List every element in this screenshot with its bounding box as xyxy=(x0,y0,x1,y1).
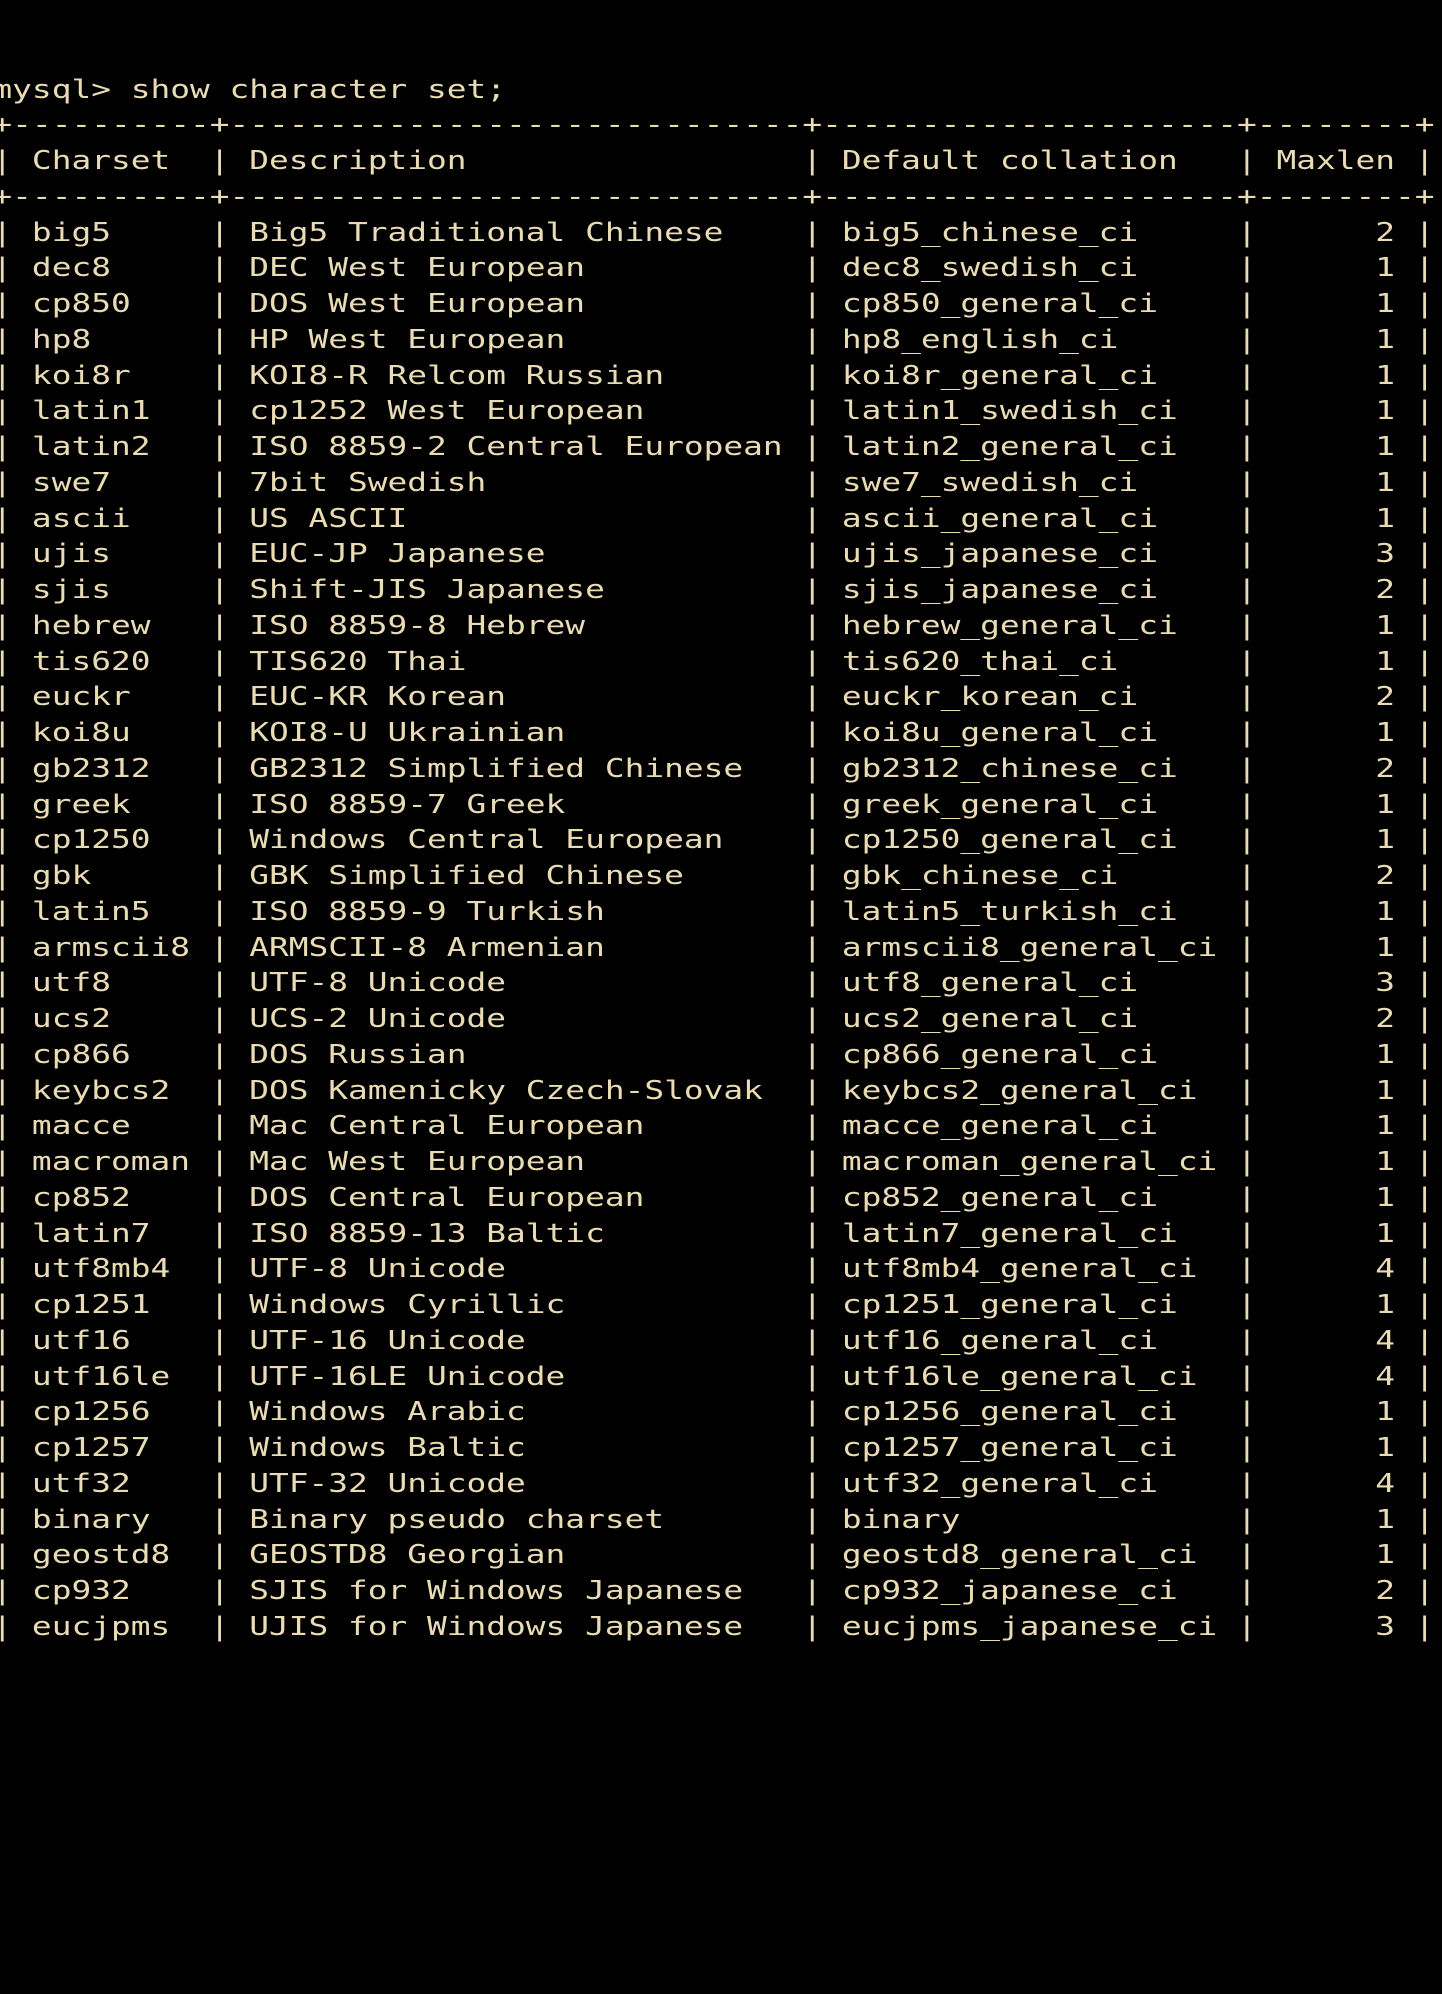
table-row: | ascii | US ASCII | ascii_general_ci | … xyxy=(0,503,1435,534)
table-row: | cp866 | DOS Russian | cp866_general_ci… xyxy=(0,1039,1435,1070)
table-row: | utf8 | UTF-8 Unicode | utf8_general_ci… xyxy=(0,968,1435,999)
table-row: | cp932 | SJIS for Windows Japanese | cp… xyxy=(0,1576,1435,1606)
table-row: | latin7 | ISO 8859-13 Baltic | latin7_g… xyxy=(0,1218,1435,1249)
table-separator: +----------+----------------------------… xyxy=(0,181,1435,212)
table-row: | geostd8 | GEOSTD8 Georgian | geostd8_g… xyxy=(0,1540,1435,1571)
table-row: | ujis | EUC-JP Japanese | ujis_japanese… xyxy=(0,539,1435,570)
table-row: | ucs2 | UCS-2 Unicode | ucs2_general_ci… xyxy=(0,1004,1435,1034)
table-row: | gb2312 | GB2312 Simplified Chinese | g… xyxy=(0,753,1435,784)
table-row: | cp1257 | Windows Baltic | cp1257_gener… xyxy=(0,1433,1435,1463)
table-row: | tis620 | TIS620 Thai | tis620_thai_ci … xyxy=(0,646,1435,677)
table-row: | gbk | GBK Simplified Chinese | gbk_chi… xyxy=(0,861,1435,891)
table-row: | utf8mb4 | UTF-8 Unicode | utf8mb4_gene… xyxy=(0,1254,1435,1285)
table-row: | big5 | Big5 Traditional Chinese | big5… xyxy=(0,217,1435,248)
table-row: | greek | ISO 8859-7 Greek | greek_gener… xyxy=(0,789,1435,820)
table-row: | macce | Mac Central European | macce_g… xyxy=(0,1111,1435,1142)
table-row: | koi8u | KOI8-U Ukrainian | koi8u_gener… xyxy=(0,718,1435,748)
table-row: | swe7 | 7bit Swedish | swe7_swedish_ci … xyxy=(0,467,1435,498)
table-row: | binary | Binary pseudo charset | binar… xyxy=(0,1504,1435,1535)
table-separator: +----------+----------------------------… xyxy=(0,110,1435,141)
table-row: | koi8r | KOI8-R Relcom Russian | koi8r_… xyxy=(0,360,1435,391)
table-row: | cp1250 | Windows Central European | cp… xyxy=(0,825,1435,856)
table-row: | latin1 | cp1252 West European | latin1… xyxy=(0,396,1435,427)
table-row: | euckr | EUC-KR Korean | euckr_korean_c… xyxy=(0,682,1435,713)
table-row: | armscii8 | ARMSCII-8 Armenian | armsci… xyxy=(0,932,1435,963)
table-header-row: | Charset | Description | Default collat… xyxy=(0,146,1435,176)
table-row: | utf16le | UTF-16LE Unicode | utf16le_g… xyxy=(0,1361,1435,1392)
table-row: | latin2 | ISO 8859-2 Central European |… xyxy=(0,432,1435,462)
table-row: | keybcs2 | DOS Kamenicky Czech-Slovak |… xyxy=(0,1075,1435,1106)
table-row: | latin5 | ISO 8859-9 Turkish | latin5_t… xyxy=(0,896,1435,927)
table-row: | utf16 | UTF-16 Unicode | utf16_general… xyxy=(0,1325,1435,1356)
terminal-output: mysql> show character set; +----------+--… xyxy=(0,73,1442,1646)
table-row: | cp1251 | Windows Cyrillic | cp1251_gen… xyxy=(0,1290,1435,1320)
table-row: | cp852 | DOS Central European | cp852_g… xyxy=(0,1182,1435,1213)
table-row: | hp8 | HP West European | hp8_english_c… xyxy=(0,324,1435,355)
table-row: | eucjpms | UJIS for Windows Japanese | … xyxy=(0,1611,1435,1642)
terminal-window[interactable]: mysql> show character set; +----------+--… xyxy=(0,0,1442,1994)
table-row: | utf32 | UTF-32 Unicode | utf32_general… xyxy=(0,1468,1435,1499)
table-row: | dec8 | DEC West European | dec8_swedis… xyxy=(0,253,1435,284)
table-row: | macroman | Mac West European | macroma… xyxy=(0,1147,1435,1177)
prompt-line: mysql> show character set; xyxy=(0,74,507,105)
table-row: | cp1256 | Windows Arabic | cp1256_gener… xyxy=(0,1397,1435,1428)
table-row: | sjis | Shift-JIS Japanese | sjis_japan… xyxy=(0,575,1435,605)
table-row: | hebrew | ISO 8859-8 Hebrew | hebrew_ge… xyxy=(0,610,1435,641)
table-row: | cp850 | DOS West European | cp850_gene… xyxy=(0,289,1435,319)
